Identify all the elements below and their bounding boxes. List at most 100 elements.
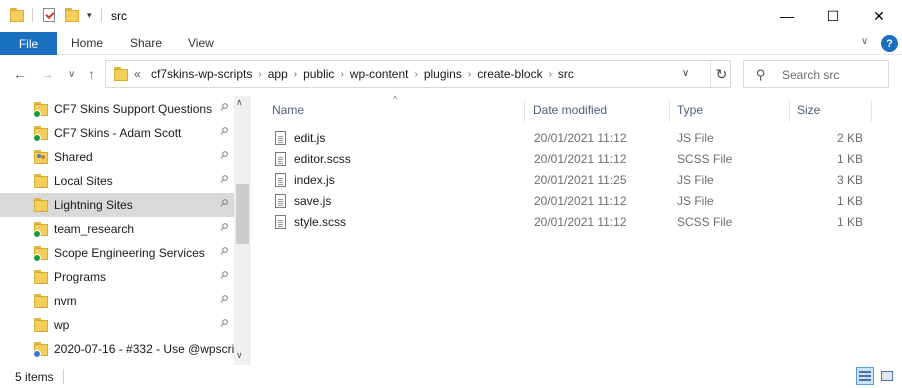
sidebar-item-2020-07-16[interactable]: 2020-07-16 - #332 - Use @wpscripts	[0, 337, 234, 361]
file-row[interactable]: index.js 20/01/2021 11:25 JS File 3 KB	[271, 170, 871, 191]
large-icons-view-button[interactable]	[878, 367, 896, 385]
folder-icon	[34, 294, 48, 308]
sidebar-item-cf7-skins-adam-scott[interactable]: CF7 Skins - Adam Scott ⚲	[0, 121, 234, 145]
column-divider[interactable]	[789, 100, 790, 122]
breadcrumb-item[interactable]: cf7skins-wp-scripts	[151, 67, 252, 81]
breadcrumb-item[interactable]: src	[558, 67, 574, 81]
chevron-right-icon[interactable]: ›	[468, 69, 471, 80]
pin-icon[interactable]: ⚲	[217, 317, 230, 330]
maximize-button[interactable]: ☐	[810, 0, 856, 32]
navigation-pane: CF7 Skins Support Questions ⚲ CF7 Skins …	[0, 96, 251, 365]
breadcrumb: cf7skins-wp-scripts › app › public › wp-…	[151, 67, 574, 81]
sidebar-item-cf7-skins-support-questions[interactable]: CF7 Skins Support Questions ⚲	[0, 97, 234, 121]
sidebar-item-label: Scope Engineering Services	[54, 246, 205, 260]
file-type: JS File	[677, 173, 714, 187]
folder-icon	[114, 67, 128, 81]
sidebar-item-lightning-sites[interactable]: Lightning Sites ⚲	[0, 193, 234, 217]
file-type: SCSS File	[677, 152, 733, 166]
quick-access-dropdown-icon[interactable]: ▾	[87, 10, 92, 21]
recent-locations-icon[interactable]: ∨	[68, 69, 75, 80]
file-icon	[275, 173, 286, 187]
tab-file[interactable]: File	[0, 32, 57, 55]
file-row[interactable]: save.js 20/01/2021 11:12 JS File 1 KB	[271, 191, 871, 212]
breadcrumb-item[interactable]: app	[268, 67, 288, 81]
sidebar-item-label: 2020-07-16 - #332 - Use @wpscripts	[54, 342, 234, 356]
ribbon-collapse-icon[interactable]: ∨	[861, 36, 868, 47]
file-date: 20/01/2021 11:12	[534, 194, 627, 208]
minimize-button[interactable]: —	[764, 0, 810, 32]
file-type: JS File	[677, 131, 714, 145]
column-divider[interactable]	[524, 100, 525, 122]
pin-icon[interactable]: ⚲	[217, 125, 230, 138]
tab-share[interactable]: Share	[130, 36, 162, 50]
tab-view[interactable]: View	[188, 36, 214, 50]
tab-home[interactable]: Home	[71, 36, 103, 50]
search-placeholder: Search src	[782, 68, 840, 82]
chevron-right-icon[interactable]: ›	[340, 69, 343, 80]
sidebar-item-scope-engineering-services[interactable]: Scope Engineering Services ⚲	[0, 241, 234, 265]
pin-icon[interactable]: ⚲	[217, 101, 230, 114]
sidebar-item-nvm[interactable]: nvm ⚲	[0, 289, 234, 313]
folder-icon[interactable]	[10, 8, 24, 22]
details-view-button[interactable]	[856, 367, 874, 385]
sidebar-item-label: CF7 Skins - Adam Scott	[54, 126, 182, 140]
pin-icon[interactable]: ⚲	[217, 197, 230, 210]
column-header-name[interactable]: Name	[272, 103, 304, 123]
search-input[interactable]: ⚲ Search src	[743, 60, 889, 88]
chevron-right-icon[interactable]: ›	[414, 69, 417, 80]
properties-icon[interactable]	[43, 8, 55, 22]
folder-icon	[33, 246, 48, 262]
file-size: 2 KB	[836, 131, 863, 145]
column-divider[interactable]	[669, 100, 670, 122]
column-header-size[interactable]: Size	[797, 103, 820, 123]
back-arrow-icon[interactable]: ←	[13, 66, 27, 82]
address-dropdown-icon[interactable]: ∨	[682, 68, 689, 79]
sidebar-item-team-research[interactable]: team_research ⚲	[0, 217, 234, 241]
sidebar-item-label: Lightning Sites	[54, 198, 133, 212]
folder-icon	[33, 342, 48, 358]
sidebar-item-label: team_research	[54, 222, 135, 236]
help-button[interactable]: ?	[881, 35, 898, 52]
chevron-right-icon[interactable]: ›	[294, 69, 297, 80]
pin-icon[interactable]: ⚲	[217, 221, 230, 234]
file-row[interactable]: edit.js 20/01/2021 11:12 JS File 2 KB	[271, 128, 871, 149]
overflow-chevron-icon[interactable]: «	[134, 67, 141, 81]
pin-icon[interactable]: ⚲	[217, 149, 230, 162]
address-bar[interactable]: « cf7skins-wp-scripts › app › public › w…	[105, 60, 731, 88]
breadcrumb-item[interactable]: wp-content	[350, 67, 409, 81]
pin-icon[interactable]: ⚲	[217, 173, 230, 186]
chevron-right-icon[interactable]: ›	[258, 69, 261, 80]
pin-icon[interactable]: ⚲	[217, 245, 230, 258]
sidebar-item-shared[interactable]: Shared ⚲	[0, 145, 234, 169]
scrollbar-thumb[interactable]	[236, 184, 249, 244]
sidebar-item-wp[interactable]: wp ⚲	[0, 313, 234, 337]
file-row[interactable]: editor.scss 20/01/2021 11:12 SCSS File 1…	[271, 149, 871, 170]
column-header-type[interactable]: Type	[677, 103, 703, 123]
refresh-icon[interactable]: ↻	[710, 61, 732, 87]
up-arrow-icon[interactable]: ↑	[88, 66, 95, 82]
scroll-up-icon[interactable]: ∧	[236, 97, 243, 108]
breadcrumb-item[interactable]: public	[303, 67, 334, 81]
file-type: SCSS File	[677, 215, 733, 229]
file-row[interactable]: style.scss 20/01/2021 11:12 SCSS File 1 …	[271, 212, 871, 233]
chevron-right-icon[interactable]: ›	[549, 69, 552, 80]
column-divider[interactable]	[871, 100, 872, 122]
new-folder-icon[interactable]	[65, 8, 79, 22]
pin-icon[interactable]: ⚲	[217, 293, 230, 306]
sync-pending-icon	[33, 350, 41, 358]
file-name: edit.js	[294, 131, 326, 145]
forward-arrow-icon[interactable]: →	[40, 66, 54, 82]
ribbon: File Home Share View ∨ ?	[0, 32, 902, 55]
window-title: src	[111, 9, 127, 23]
breadcrumb-item[interactable]: create-block	[477, 67, 542, 81]
sidebar-item-label: Shared	[54, 150, 93, 164]
column-header-date-modified[interactable]: Date modified	[533, 103, 607, 123]
sidebar-item-programs[interactable]: Programs ⚲	[0, 265, 234, 289]
scroll-down-icon[interactable]: ∨	[236, 350, 243, 361]
close-button[interactable]: ✕	[856, 0, 902, 32]
sidebar-item-local-sites[interactable]: Local Sites ⚲	[0, 169, 234, 193]
file-type: JS File	[677, 194, 714, 208]
item-count: 5 items	[15, 370, 54, 384]
breadcrumb-item[interactable]: plugins	[424, 67, 462, 81]
pin-icon[interactable]: ⚲	[217, 269, 230, 282]
